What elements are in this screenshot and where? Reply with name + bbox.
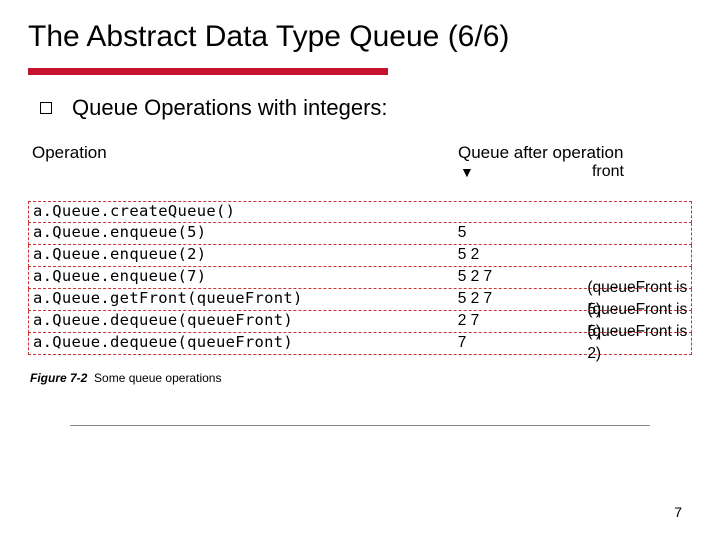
arrow-down-icon: ▼	[460, 165, 474, 179]
op-call: a.Queue.enqueue(7)	[29, 266, 458, 288]
slide-title: The Abstract Data Type Queue (6/6)	[28, 18, 692, 56]
bullet-row: Queue Operations with integers:	[40, 95, 692, 121]
header-after: Queue after operation	[458, 143, 623, 162]
table-header-row: Operation Queue after operation ▼ front	[28, 143, 692, 169]
operations-table: Operation Queue after operation ▼ front …	[28, 143, 692, 355]
op-call: a.Queue.createQueue()	[29, 201, 458, 223]
op-call: a.Queue.getFront(queueFront)	[29, 288, 458, 310]
op-call: a.Queue.enqueue(2)	[29, 244, 458, 266]
title-underline	[28, 68, 388, 75]
header-after-wrap: Queue after operation ▼ front	[458, 143, 692, 163]
table-row: a.Queue.createQueue()	[28, 201, 692, 223]
footer-divider	[70, 425, 650, 426]
table-row: a.Queue.dequeue(queueFront) 7 (queueFron…	[28, 333, 692, 355]
slide: The Abstract Data Type Queue (6/6) Queue…	[0, 0, 720, 540]
table-row: a.Queue.enqueue(5) 5	[28, 223, 692, 245]
op-queue: 7	[458, 332, 588, 354]
op-queue: 5 2 7	[458, 266, 588, 288]
op-note: (queueFront is 2)	[587, 321, 691, 364]
op-queue: 5	[458, 222, 588, 244]
caption-label: Figure 7-2	[30, 371, 87, 385]
table-body: a.Queue.createQueue() a.Queue.enqueue(5)…	[28, 201, 692, 355]
bullet-text: Queue Operations with integers:	[72, 95, 388, 121]
table-row: a.Queue.enqueue(2) 5 2	[28, 245, 692, 267]
op-call: a.Queue.dequeue(queueFront)	[29, 310, 458, 332]
square-bullet-icon	[40, 102, 52, 114]
header-front: front	[592, 163, 624, 181]
op-queue: 2 7	[458, 310, 588, 332]
op-call: a.Queue.enqueue(5)	[29, 222, 458, 244]
op-queue: 5 2	[458, 244, 588, 266]
header-operation: Operation	[28, 143, 458, 163]
op-call: a.Queue.dequeue(queueFront)	[29, 332, 458, 354]
figure-caption: Figure 7-2 Some queue operations	[30, 371, 692, 385]
caption-text: Some queue operations	[94, 371, 221, 385]
page-number: 7	[674, 504, 682, 520]
op-queue: 5 2 7	[458, 288, 588, 310]
